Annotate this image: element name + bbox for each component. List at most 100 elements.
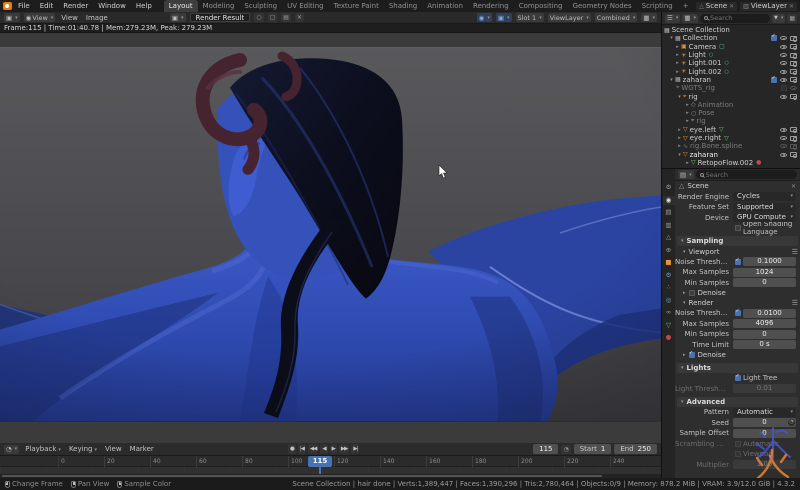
hide-icon[interactable] xyxy=(780,36,787,40)
render-visibility-icon[interactable] xyxy=(790,61,797,66)
render-subsection-header[interactable]: ▾ Render ☰ xyxy=(683,299,798,308)
expand-icon[interactable]: ▾ xyxy=(676,94,683,100)
expand-icon[interactable]: ▸ xyxy=(674,60,681,66)
filter-button[interactable]: ▼ xyxy=(772,14,785,23)
outliner-row-retopoflow[interactable]: ▸ ▽ RetopoFlow.002 ● xyxy=(662,159,800,167)
outliner-row-light-002[interactable]: ▸ ☀ Light.002 ○ xyxy=(662,67,800,75)
hide-icon[interactable] xyxy=(780,53,787,57)
hide-icon[interactable] xyxy=(780,136,787,140)
viewlayer-unlink-icon[interactable]: ✕ xyxy=(789,3,794,10)
render-visibility-icon[interactable] xyxy=(790,152,797,157)
viewlayer-selector[interactable]: ▥ ViewLayer ✕ xyxy=(740,2,797,11)
outliner-row-zaharan-collection[interactable]: ▾ ▦ zaharan xyxy=(662,76,800,84)
expand-icon[interactable]: ▸ xyxy=(684,118,691,124)
outliner-row-light-001[interactable]: ▸ ☀ Light.001 ○ xyxy=(662,59,800,67)
selectable-checkbox[interactable] xyxy=(781,85,787,91)
expand-icon[interactable]: ▸ xyxy=(676,127,683,133)
r-noise-checkbox[interactable] xyxy=(735,310,741,316)
r-denoise-header[interactable]: ▸ Denoise xyxy=(683,351,798,360)
outliner-row-rig-bone-spline[interactable]: ▸ ∿ rig.Bone.spline xyxy=(662,142,800,150)
render-visibility-icon[interactable] xyxy=(790,94,797,99)
feature-set-dropdown[interactable]: Supported xyxy=(733,203,796,212)
tab-animation[interactable]: Animation xyxy=(422,0,468,12)
tab-compositing[interactable]: Compositing xyxy=(514,0,568,12)
jump-start-button[interactable]: |◀ xyxy=(298,444,306,454)
channels-dropdown[interactable]: ▦ xyxy=(641,13,657,22)
outliner-row-eye-right[interactable]: ▸ ▽ eye.right ▽ xyxy=(662,134,800,142)
expand-icon[interactable]: ▸ xyxy=(674,69,681,75)
blender-logo-icon[interactable] xyxy=(3,2,12,10)
render-visibility-icon[interactable] xyxy=(790,36,797,41)
vp-min-samples-field[interactable]: 0 xyxy=(733,278,796,287)
next-keyframe-button[interactable]: ▶▶ xyxy=(339,444,349,454)
tab-physics-icon[interactable]: ◎ xyxy=(663,296,675,305)
tab-sculpting[interactable]: Sculpting xyxy=(239,0,282,12)
hide-icon[interactable] xyxy=(780,70,787,74)
outliner-search-input[interactable] xyxy=(710,14,766,22)
preset-icon[interactable]: ☰ xyxy=(792,299,798,307)
expand-icon[interactable]: ▾ xyxy=(668,35,675,41)
vp-max-samples-field[interactable]: 1024 xyxy=(733,268,796,277)
start-frame-field[interactable]: Start 1 xyxy=(574,444,612,454)
tab-shading[interactable]: Shading xyxy=(384,0,422,12)
pass-dropdown[interactable]: Combined xyxy=(595,13,638,22)
render-visibility-icon[interactable] xyxy=(790,69,797,74)
display-mode-button[interactable]: ▦ xyxy=(682,14,698,23)
tab-constraints-icon[interactable]: ∞ xyxy=(663,308,675,317)
time-limit-field[interactable]: 0 s xyxy=(733,340,796,349)
tab-texture-paint[interactable]: Texture Paint xyxy=(329,0,384,12)
image-viewport[interactable] xyxy=(0,33,661,443)
jump-end-button[interactable]: ▶| xyxy=(351,444,359,454)
tab-data-icon[interactable]: ▽ xyxy=(663,321,675,330)
expand-icon[interactable]: ▸ xyxy=(676,143,683,149)
tab-scripting[interactable]: Scripting xyxy=(637,0,678,12)
exclude-checkbox[interactable] xyxy=(771,77,777,83)
osl-checkbox[interactable] xyxy=(735,225,741,231)
add-workspace-button[interactable]: + xyxy=(678,0,694,12)
expand-icon[interactable]: ▸ xyxy=(684,102,691,108)
layer-dropdown[interactable]: ViewLayer xyxy=(548,13,591,22)
r-denoise-checkbox[interactable] xyxy=(689,352,695,358)
hide-icon[interactable] xyxy=(790,86,797,90)
tab-render-icon[interactable]: ◉ xyxy=(663,196,675,205)
outliner-row-light[interactable]: ▸ ☀ Light ○ xyxy=(662,51,800,59)
tab-layout[interactable]: Layout xyxy=(164,0,198,12)
tab-material-icon[interactable]: ● xyxy=(663,333,675,342)
outliner-row-rig-data[interactable]: ▸ ⌖ rig xyxy=(662,117,800,125)
tab-world-icon[interactable]: ⊕ xyxy=(663,246,675,255)
prev-keyframe-button[interactable]: ◀◀ xyxy=(308,444,318,454)
tab-scene-icon[interactable]: △ xyxy=(663,233,675,242)
hide-icon[interactable] xyxy=(780,153,787,157)
menu-edit[interactable]: Edit xyxy=(36,0,58,12)
r-min-samples-field[interactable]: 0 xyxy=(733,330,796,339)
gizmo-dropdown[interactable]: ◉ xyxy=(477,13,492,22)
sample-offset-field[interactable]: 0 xyxy=(733,429,796,438)
scene-unlink-icon[interactable]: ✕ xyxy=(729,3,734,10)
image-browse-button[interactable]: ▣ xyxy=(170,13,186,22)
animate-seed-icon[interactable]: ◔ xyxy=(788,419,795,426)
view-menu[interactable]: View xyxy=(59,14,80,22)
r-noise-field[interactable]: 0.0100 xyxy=(743,309,796,318)
image-datablock-name[interactable]: Render Result xyxy=(190,13,251,22)
outliner-search[interactable] xyxy=(700,14,770,23)
tab-geometry-nodes[interactable]: Geometry Nodes xyxy=(568,0,637,12)
tab-tool-icon[interactable]: ⚙ xyxy=(663,183,675,192)
timeline-ruler[interactable]: 0 20 40 60 80 100 120 140 160 180 200 22… xyxy=(0,456,661,467)
render-visibility-icon[interactable] xyxy=(790,144,797,149)
current-frame-badge[interactable]: 115 xyxy=(308,456,332,467)
tab-particles-icon[interactable]: ∴ xyxy=(663,283,675,292)
pattern-dropdown[interactable]: Automatic xyxy=(733,408,796,417)
tab-modifiers-icon[interactable]: ⚙ xyxy=(663,271,675,280)
render-visibility-icon[interactable] xyxy=(790,53,797,58)
menu-render[interactable]: Render xyxy=(59,0,92,12)
outliner-row-zaharan-object[interactable]: ▾ ▽ zaharan xyxy=(662,150,800,158)
render-visibility-icon[interactable] xyxy=(790,77,797,82)
fake-user-icon[interactable]: ○ xyxy=(254,13,263,22)
timeline-tracks[interactable] xyxy=(0,467,661,474)
tab-uv-editing[interactable]: UV Editing xyxy=(282,0,329,12)
hide-icon[interactable] xyxy=(780,128,787,132)
hide-icon[interactable] xyxy=(780,45,787,49)
tab-output-icon[interactable]: ▤ xyxy=(663,208,675,217)
vp-noise-checkbox[interactable] xyxy=(735,259,741,265)
outliner-row-camera[interactable]: ▸ ▣ Camera ▢ xyxy=(662,43,800,51)
